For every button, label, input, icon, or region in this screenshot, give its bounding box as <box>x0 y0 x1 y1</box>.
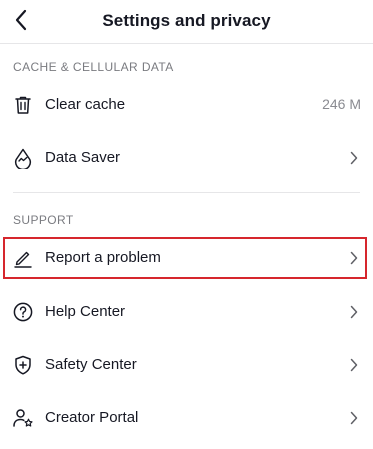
chevron-right-icon <box>350 305 358 319</box>
trash-icon <box>15 96 31 114</box>
section-header-cache: CACHE & CELLULAR DATA <box>13 60 174 74</box>
pencil-icon <box>14 251 32 268</box>
creator-portal-row[interactable]: Creator Portal <box>0 392 373 444</box>
section-divider <box>13 192 360 193</box>
header-bar: Settings and privacy <box>0 0 373 44</box>
clear-cache-label: Clear cache <box>45 96 126 113</box>
help-center-label: Help Center <box>45 303 126 320</box>
chevron-right-icon <box>350 151 358 165</box>
page-title: Settings and privacy <box>102 11 271 30</box>
chevron-right-icon <box>350 358 358 372</box>
creator-portal-label: Creator Portal <box>45 409 139 426</box>
help-center-row[interactable]: Help Center <box>0 286 373 338</box>
data-saver-row[interactable]: Data Saver <box>0 132 373 184</box>
data-saver-icon <box>14 148 32 169</box>
safety-center-label: Safety Center <box>45 356 137 373</box>
report-problem-row[interactable]: Report a problem <box>0 232 373 284</box>
chevron-right-icon <box>350 251 358 265</box>
section-header-support: SUPPORT <box>13 213 74 227</box>
report-problem-label: Report a problem <box>45 249 161 266</box>
shield-plus-icon <box>15 355 31 375</box>
clear-cache-row[interactable]: Clear cache 246 M <box>0 79 373 131</box>
chevron-right-icon <box>350 411 358 425</box>
cache-size-value: 246 M <box>322 96 361 112</box>
question-circle-icon <box>13 302 33 322</box>
person-star-icon <box>13 409 33 427</box>
data-saver-label: Data Saver <box>45 149 121 166</box>
safety-center-row[interactable]: Safety Center <box>0 339 373 391</box>
